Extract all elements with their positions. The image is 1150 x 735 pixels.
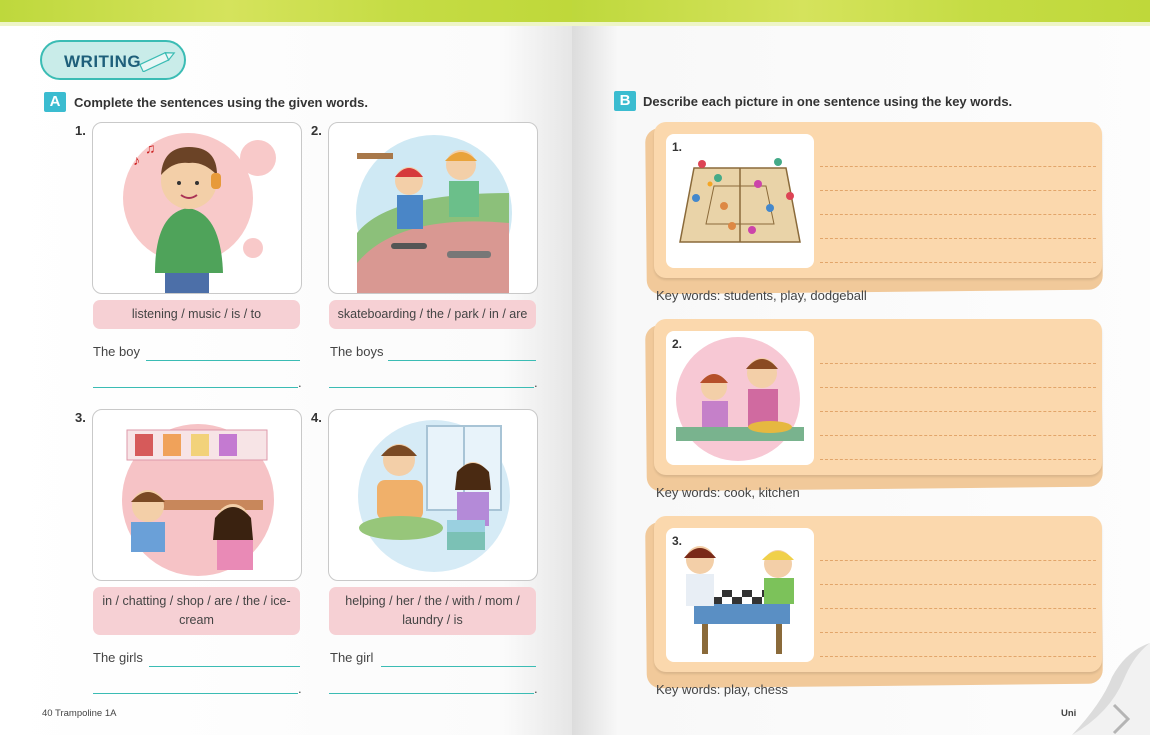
answer-line[interactable]: [388, 360, 536, 361]
picture-girls-ice-cream-shop: [92, 409, 302, 581]
left-page: WRITING A Complete the sentences using t…: [0, 0, 572, 735]
sentence-starter: The girl: [330, 650, 374, 665]
sentence-starter: The boy: [93, 344, 140, 359]
item-number: 2.: [311, 123, 322, 138]
answer-line[interactable]: [820, 656, 1096, 657]
card-number: 1.: [672, 140, 683, 154]
answer-line[interactable]: [820, 387, 1096, 388]
section-a-instruction: Complete the sentences using the given w…: [74, 95, 369, 110]
answer-line[interactable]: [381, 666, 536, 667]
key-words: Key words: cook, kitchen: [656, 485, 800, 500]
answer-line[interactable]: [820, 190, 1096, 191]
sentence-period: .: [534, 375, 538, 390]
picture-girl-helping-mom-laundry: [328, 409, 538, 581]
answer-line[interactable]: [329, 693, 534, 694]
section-b-letter: B: [614, 91, 636, 111]
picture-kids-playing-chess: 3.: [666, 528, 814, 662]
word-box: skateboarding / the / park / in / are: [329, 300, 536, 329]
answer-line[interactable]: [820, 560, 1096, 561]
word-box: in / chatting / shop / are / the / ice-c…: [93, 587, 300, 635]
answer-line[interactable]: [820, 632, 1096, 633]
answer-line[interactable]: [820, 262, 1096, 263]
item-number: 4.: [311, 410, 322, 425]
answer-line[interactable]: [149, 666, 300, 667]
pencil-icon: [139, 51, 176, 72]
writing-badge-label: WRITING: [64, 52, 142, 71]
sentence-starter: The boys: [330, 344, 384, 359]
word-box: helping / her / the / with / mom / laund…: [329, 587, 536, 635]
writing-card: 2.: [645, 319, 1103, 492]
picture-students-dodgeball: 1.: [666, 134, 814, 268]
answer-line[interactable]: [820, 411, 1096, 412]
sentence-period: .: [298, 681, 302, 696]
page-curl-next-icon[interactable]: [1072, 643, 1150, 735]
key-words: Key words: students, play, dodgeball: [656, 288, 867, 303]
answer-line[interactable]: [146, 360, 300, 361]
page-footer-left: 40 Trampoline 1A: [42, 708, 117, 719]
card-number: 2.: [672, 337, 683, 351]
answer-line[interactable]: [93, 693, 298, 694]
answer-line[interactable]: [820, 238, 1096, 239]
picture-boys-skateboarding: [328, 122, 538, 294]
card-number: 3.: [672, 534, 683, 548]
item-number: 1.: [75, 123, 86, 138]
top-bar: [572, 0, 1150, 26]
answer-line[interactable]: [820, 363, 1096, 364]
answer-line[interactable]: [820, 459, 1096, 460]
answer-line[interactable]: [820, 214, 1096, 215]
answer-line[interactable]: [820, 608, 1096, 609]
right-page: B Describe each picture in one sentence …: [572, 0, 1150, 735]
item-number: 3.: [75, 410, 86, 425]
picture-boy-listening-music: ♪ ♫: [92, 122, 302, 294]
answer-line[interactable]: [820, 166, 1096, 167]
section-a-letter: A: [44, 92, 66, 112]
answer-line[interactable]: [93, 387, 298, 388]
writing-card: 3.: [645, 516, 1103, 689]
writing-badge: WRITING: [40, 40, 186, 80]
sentence-period: .: [534, 681, 538, 696]
writing-card: 1.: [645, 122, 1103, 295]
svg-text:♫: ♫: [145, 140, 156, 156]
answer-line[interactable]: [820, 435, 1096, 436]
section-b-instruction: Describe each picture in one sentence us…: [643, 94, 1013, 109]
word-box: listening / music / is / to: [93, 300, 300, 329]
top-bar: [0, 0, 572, 26]
sentence-starter: The girls: [93, 650, 143, 665]
sentence-period: .: [298, 375, 302, 390]
svg-text:♪: ♪: [133, 152, 140, 168]
answer-line[interactable]: [329, 387, 534, 388]
key-words: Key words: play, chess: [656, 682, 788, 697]
answer-line[interactable]: [820, 584, 1096, 585]
picture-cooking-kitchen: 2.: [666, 331, 814, 465]
